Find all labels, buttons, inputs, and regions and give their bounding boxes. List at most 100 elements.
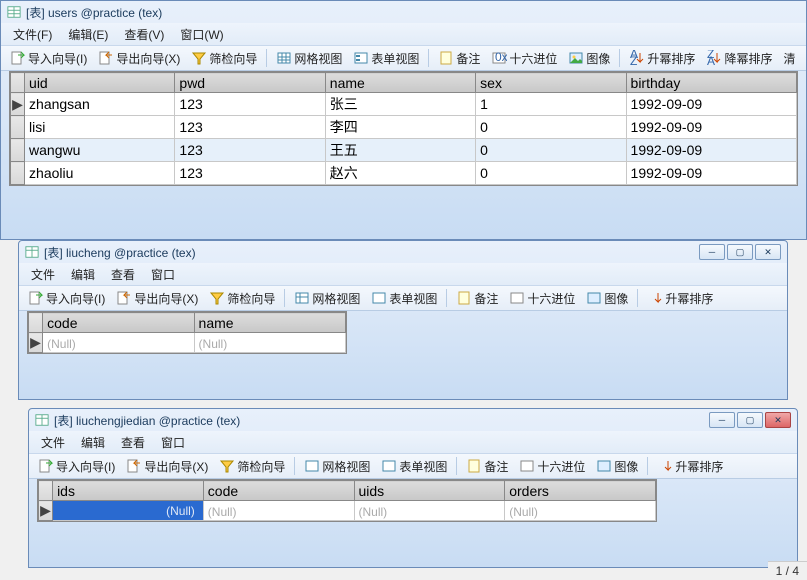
memo-button[interactable]: 备注 [461, 455, 513, 478]
filter-wizard-button[interactable]: 筛检向导 [214, 455, 290, 478]
grid-view-button[interactable]: 网格视图 [271, 47, 347, 70]
column-header[interactable]: sex [476, 73, 626, 93]
cell[interactable]: (Null) [43, 333, 194, 353]
form-view-button[interactable]: 表单视图 [366, 287, 442, 310]
menu-view[interactable]: 查看 [113, 432, 153, 453]
sort-asc-button[interactable]: 升幂排序 [652, 455, 728, 478]
menu-file[interactable]: 文件 [33, 432, 73, 453]
cell[interactable]: 123 [175, 93, 325, 116]
cell[interactable]: 李四 [325, 116, 475, 139]
column-header[interactable]: name [194, 313, 345, 333]
table-row[interactable]: ▶zhangsan123张三11992-09-09 [11, 93, 797, 116]
cell[interactable]: 1992-09-09 [626, 116, 796, 139]
table-row[interactable]: zhaoliu123赵六01992-09-09 [11, 162, 797, 185]
import-wizard-button[interactable]: 导入向导(I) [5, 47, 92, 70]
cell[interactable]: lisi [25, 116, 175, 139]
row-header[interactable] [11, 116, 25, 139]
cell[interactable]: zhaoliu [25, 162, 175, 185]
cell[interactable]: 赵六 [325, 162, 475, 185]
image-button[interactable]: 图像 [591, 455, 643, 478]
cell[interactable]: 123 [175, 162, 325, 185]
hex-button[interactable]: 十六进位 [504, 287, 580, 310]
image-button[interactable]: 图像 [581, 287, 633, 310]
row-header[interactable] [11, 139, 25, 162]
cell[interactable]: 1992-09-09 [626, 139, 796, 162]
cell[interactable]: 123 [175, 116, 325, 139]
filter-wizard-button[interactable]: 筛检向导 [204, 287, 280, 310]
cell[interactable]: 1992-09-09 [626, 93, 796, 116]
column-header[interactable]: birthday [626, 73, 796, 93]
column-header[interactable]: ids [53, 481, 204, 501]
cell[interactable]: 1 [476, 93, 626, 116]
hex-button[interactable]: 十六进位 [514, 455, 590, 478]
column-header[interactable]: code [43, 313, 194, 333]
row-header[interactable] [11, 162, 25, 185]
close-button[interactable]: ✕ [755, 244, 781, 260]
cell[interactable]: wangwu [25, 139, 175, 162]
menu-edit[interactable]: 编辑 [73, 432, 113, 453]
row-header[interactable]: ▶ [29, 333, 43, 353]
export-wizard-button[interactable]: 导出向导(X) [121, 455, 213, 478]
data-grid[interactable]: uid pwd name sex birthday ▶zhangsan123张三… [9, 71, 798, 186]
menu-window[interactable]: 窗口(W) [172, 24, 231, 45]
cell[interactable]: 张三 [325, 93, 475, 116]
import-wizard-button[interactable]: 导入向导(I) [23, 287, 110, 310]
table-row[interactable]: ▶ (Null) (Null) [29, 333, 346, 353]
maximize-button[interactable]: ▢ [727, 244, 753, 260]
cell[interactable]: 0 [476, 139, 626, 162]
column-header[interactable]: pwd [175, 73, 325, 93]
titlebar[interactable]: [表] users @practice (tex) [1, 1, 806, 23]
menu-edit[interactable]: 编辑 [63, 264, 103, 285]
minimize-button[interactable]: ─ [699, 244, 725, 260]
memo-button[interactable]: 备注 [451, 287, 503, 310]
cell[interactable]: (Null) [194, 333, 345, 353]
menu-window[interactable]: 窗口 [143, 264, 183, 285]
filter-wizard-button[interactable]: 筛检向导 [186, 47, 262, 70]
cell[interactable]: 0 [476, 162, 626, 185]
sort-asc-button[interactable]: 升幂排序 [642, 287, 718, 310]
memo-button[interactable]: 备注 [433, 47, 485, 70]
data-grid[interactable]: code name ▶ (Null) (Null) [27, 311, 347, 354]
form-view-button[interactable]: 表单视图 [348, 47, 424, 70]
column-header[interactable]: name [325, 73, 475, 93]
menu-window[interactable]: 窗口 [153, 432, 193, 453]
column-header[interactable]: code [203, 481, 354, 501]
import-wizard-button[interactable]: 导入向导(I) [33, 455, 120, 478]
export-wizard-button[interactable]: 导出向导(X) [111, 287, 203, 310]
menu-edit[interactable]: 编辑(E) [60, 24, 116, 45]
cell[interactable]: zhangsan [25, 93, 175, 116]
maximize-button[interactable]: ▢ [737, 412, 763, 428]
titlebar[interactable]: [表] liucheng @practice (tex) ─ ▢ ✕ [19, 241, 787, 263]
grid-view-button[interactable]: 网格视图 [289, 287, 365, 310]
sort-asc-button[interactable]: AZ升幂排序 [624, 47, 700, 70]
titlebar[interactable]: [表] liuchengjiedian @practice (tex) ─ ▢ … [29, 409, 797, 431]
sort-desc-button[interactable]: ZA降幂排序 [701, 47, 777, 70]
menu-view[interactable]: 查看 [103, 264, 143, 285]
cell[interactable]: (Null) [354, 501, 505, 521]
menu-view[interactable]: 查看(V) [116, 24, 172, 45]
export-wizard-button[interactable]: 导出向导(X) [93, 47, 185, 70]
column-header[interactable]: orders [505, 481, 656, 501]
minimize-button[interactable]: ─ [709, 412, 735, 428]
hex-button[interactable]: 0x十六进位 [486, 47, 562, 70]
grid-view-button[interactable]: 网格视图 [299, 455, 375, 478]
data-grid[interactable]: ids code uids orders ▶ (Null) (Null) (Nu… [37, 479, 657, 522]
table-row[interactable]: wangwu123王五01992-09-09 [11, 139, 797, 162]
menu-file[interactable]: 文件(F) [5, 24, 60, 45]
menu-file[interactable]: 文件 [23, 264, 63, 285]
cell[interactable]: 王五 [325, 139, 475, 162]
clear-sort-button[interactable]: 清 [778, 47, 800, 70]
column-header[interactable]: uid [25, 73, 175, 93]
cell[interactable]: 0 [476, 116, 626, 139]
image-button[interactable]: 图像 [563, 47, 615, 70]
cell[interactable]: (Null) [53, 501, 204, 521]
cell[interactable]: (Null) [505, 501, 656, 521]
table-row[interactable]: lisi123李四01992-09-09 [11, 116, 797, 139]
row-header[interactable]: ▶ [39, 501, 53, 521]
cell[interactable]: 123 [175, 139, 325, 162]
row-header[interactable]: ▶ [11, 93, 25, 116]
cell[interactable]: (Null) [203, 501, 354, 521]
table-row[interactable]: ▶ (Null) (Null) (Null) (Null) [39, 501, 656, 521]
form-view-button[interactable]: 表单视图 [376, 455, 452, 478]
column-header[interactable]: uids [354, 481, 505, 501]
